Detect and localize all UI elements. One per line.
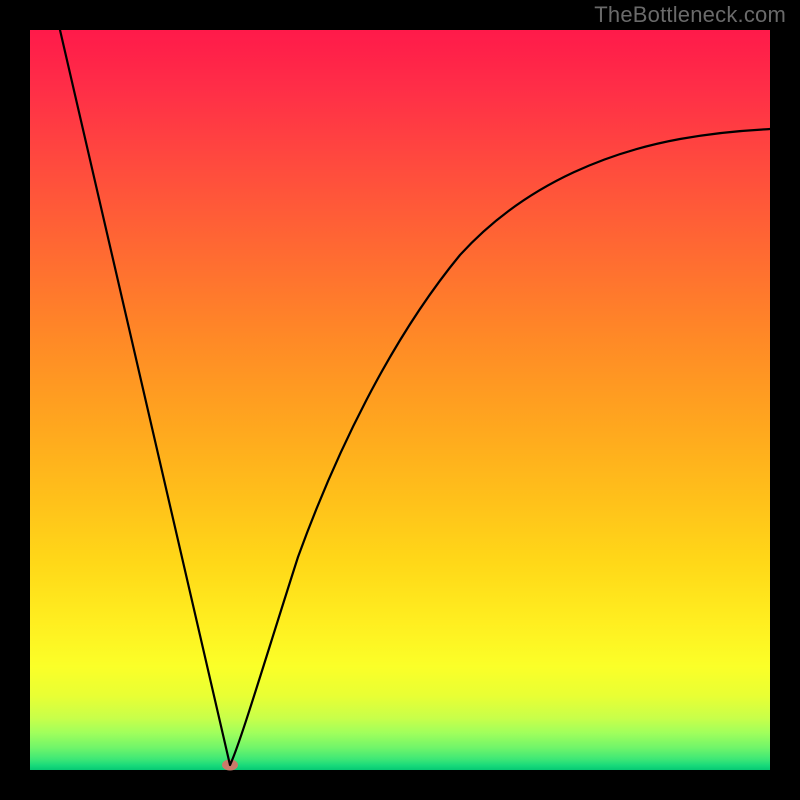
bottleneck-curve xyxy=(30,30,770,770)
plot-area xyxy=(30,30,770,770)
chart-frame: TheBottleneck.com xyxy=(0,0,800,800)
watermark-text: TheBottleneck.com xyxy=(594,2,786,28)
bottleneck-curve-path xyxy=(60,30,770,765)
